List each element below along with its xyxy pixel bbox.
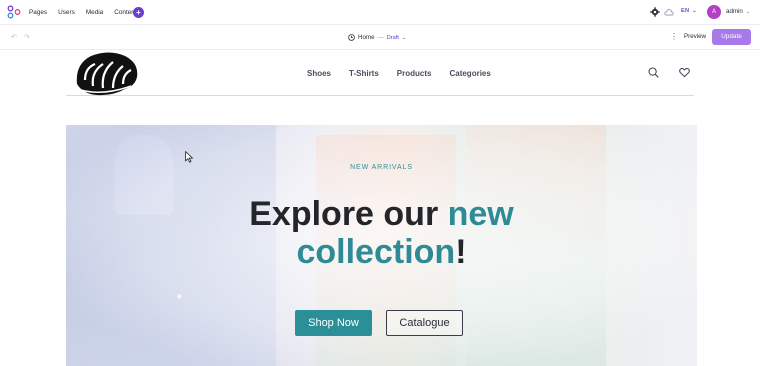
nav-media[interactable]: Media <box>86 9 103 16</box>
headline-text: ! <box>455 233 467 271</box>
status-badge: Draft <box>386 34 399 41</box>
headline-text: Explore our <box>249 195 448 233</box>
hero-banner: NEW ARRIVALS Explore our new collection!… <box>66 125 697 366</box>
site-nav-products[interactable]: Products <box>397 69 432 78</box>
separator: — <box>377 34 384 41</box>
hero-headline: Explore our new collection! <box>66 195 697 271</box>
shop-now-button[interactable]: Shop Now <box>295 310 372 336</box>
gear-icon[interactable] <box>650 7 660 17</box>
search-icon[interactable] <box>648 67 659 78</box>
nav-users[interactable]: Users <box>58 9 75 16</box>
headline-accent: collection <box>296 233 456 271</box>
site-nav: Shoes T-Shirts Products Categories <box>307 50 491 96</box>
user-name: admin <box>726 8 743 15</box>
document-info[interactable]: Home — Draft ⌄ <box>348 25 407 50</box>
more-options-icon[interactable]: ⋮ <box>670 32 678 42</box>
chevron-down-icon: ⌄ <box>692 8 697 14</box>
nav-pages[interactable]: Pages <box>29 9 47 16</box>
language-selector[interactable]: EN ⌄ <box>681 8 697 14</box>
mouse-pointer-icon <box>185 151 194 163</box>
user-menu[interactable]: admin ⌄ <box>726 8 750 15</box>
undo-icon[interactable]: ↶ <box>11 33 17 41</box>
site-header: Shoes T-Shirts Products Categories <box>66 50 694 96</box>
chevron-down-icon: ⌄ <box>401 34 407 41</box>
hero-eyebrow: NEW ARRIVALS <box>350 164 413 171</box>
site-nav-categories[interactable]: Categories <box>449 69 490 78</box>
site-nav-t-shirts[interactable]: T-Shirts <box>349 69 379 78</box>
headline-accent: new <box>447 195 514 233</box>
add-button[interactable]: + <box>133 7 144 18</box>
preview-button[interactable]: Preview <box>684 33 706 40</box>
admin-top-bar: Pages Users Media Content + EN ⌄ A admin ⌄ <box>0 0 760 25</box>
avatar[interactable]: A <box>707 5 721 19</box>
cms-logo-icon[interactable] <box>7 5 21 19</box>
page-name: Home <box>358 34 375 41</box>
editor-toolbar: ↶ ↷ Home — Draft ⌄ ⋮ Preview <box>0 25 760 50</box>
admin-nav: Pages Users Media Content <box>29 0 137 25</box>
shell-logo-icon[interactable] <box>73 50 139 96</box>
site-nav-shoes[interactable]: Shoes <box>307 69 331 78</box>
redo-icon[interactable]: ↷ <box>24 33 30 41</box>
cloud-icon[interactable] <box>664 8 674 17</box>
heart-icon[interactable] <box>679 67 690 78</box>
chevron-down-icon: ⌄ <box>745 9 751 15</box>
update-button[interactable]: Update <box>712 29 751 45</box>
clock-icon <box>348 34 355 41</box>
catalogue-button[interactable]: Catalogue <box>386 310 463 336</box>
language-label: EN <box>681 8 690 14</box>
